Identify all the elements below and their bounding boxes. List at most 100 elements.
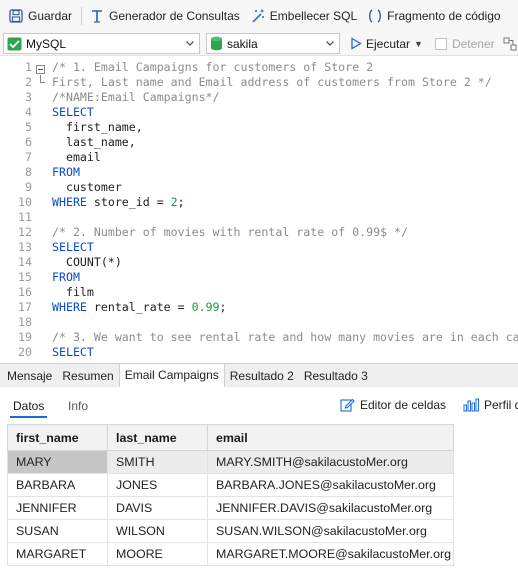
editor-line[interactable]: 6 last_name, <box>0 135 518 150</box>
editor-line[interactable]: 9 customer <box>0 180 518 195</box>
column-header-email[interactable]: email <box>207 424 454 451</box>
table-cell[interactable]: JENNIFER <box>7 496 108 520</box>
code-text: SELECT <box>52 240 94 255</box>
editor-line[interactable]: 18 <box>0 315 518 330</box>
code-text: First, Last name and Email address of cu… <box>52 75 492 90</box>
table-cell[interactable]: BARBARA.JONES@sakilacustoMer.org <box>207 473 454 497</box>
database-select[interactable]: sakila <box>206 33 340 54</box>
run-dropdown-icon[interactable]: ▼ <box>414 39 423 49</box>
code-snippet-button[interactable]: Fragmento de código <box>363 4 504 28</box>
toolbar-divider <box>81 7 83 25</box>
line-number: 4 <box>25 105 32 119</box>
editor-line[interactable]: 7 email <box>0 150 518 165</box>
sql-text: rental_rate = <box>86 300 192 314</box>
connection-engine-select[interactable]: MySQL <box>3 33 200 54</box>
profile-label: Perfil d <box>484 397 518 412</box>
grid-header-row: first_name last_name email <box>7 424 454 451</box>
code-text: email <box>52 150 101 165</box>
sql-keyword: FROM <box>52 165 80 179</box>
table-cell[interactable]: SUSAN.WILSON@sakilacustoMer.org <box>207 519 454 543</box>
run-label: Ejecutar <box>366 36 411 51</box>
run-button[interactable]: Ejecutar ▼ <box>350 37 423 51</box>
table-cell[interactable]: BARBARA <box>7 473 108 497</box>
table-row[interactable]: BARBARA JONES BARBARA.JONES@sakilacustoMer… <box>7 473 454 497</box>
query-builder-button[interactable]: Generador de Consultas <box>85 4 244 28</box>
editor-line[interactable]: 8 FROM <box>0 165 518 180</box>
line-number: 19 <box>18 330 32 344</box>
editor-line[interactable]: 14 COUNT(*) <box>0 255 518 270</box>
column-header-last-name[interactable]: last_name <box>107 424 208 451</box>
table-cell[interactable]: SMITH <box>107 450 208 474</box>
table-cell[interactable]: MARY.SMITH@sakilacustoMer.org <box>207 450 454 474</box>
code-text: /* 1. Email Campaigns for customers of S… <box>52 60 373 75</box>
sql-number: 2 <box>170 195 178 209</box>
sql-comment: /* 1. Email Campaigns for customers of S… <box>52 60 374 74</box>
editor-line[interactable]: 15 FROM <box>0 270 518 285</box>
cell-editor-button[interactable]: Editor de celdas <box>340 397 446 412</box>
editor-line[interactable]: 10 WHERE store_id = 2; <box>0 195 518 210</box>
table-row[interactable]: SUSAN WILSON SUSAN.WILSON@sakilacustoMer.o… <box>7 519 454 543</box>
result-tabs: Mensaje Resumen Email Campaigns Resultado 2… <box>0 363 518 387</box>
table-row[interactable]: MARGARET MOORE MARGARET.MOORE@sakilacustoM… <box>7 542 454 566</box>
beautify-sql-button[interactable]: Embellecer SQL <box>246 4 361 28</box>
tab-resumen[interactable]: Resumen <box>57 365 118 387</box>
editor-line[interactable]: 17 WHERE rental_rate = 0.99; <box>0 300 518 315</box>
sql-comment: /* 3. We want to see rental rate and how… <box>52 330 518 344</box>
chevron-down-icon <box>186 41 194 46</box>
table-cell[interactable]: JENNIFER.DAVIS@sakilacustoMer.org <box>207 496 454 520</box>
table-cell[interactable]: MARY <box>7 450 108 474</box>
save-button[interactable]: Guardar <box>4 4 76 28</box>
stop-button[interactable]: Detener <box>434 37 517 51</box>
table-row[interactable]: MARY SMITH MARY.SMITH@sakilacustoMer.org <box>7 450 454 474</box>
table-cell[interactable]: WILSON <box>107 519 208 543</box>
table-cell[interactable]: SUSAN <box>7 519 108 543</box>
editor-line[interactable]: 4 SELECT <box>0 105 518 120</box>
tab-resultado-2[interactable]: Resultado 2 <box>225 365 299 387</box>
sql-keyword: SELECT <box>52 240 94 254</box>
profile-button[interactable]: Perfil d <box>463 397 518 412</box>
line-number: 7 <box>25 150 32 164</box>
table-cell[interactable]: MARGARET.MOORE@sakilacustoMer.org <box>207 542 454 566</box>
line-number: 5 <box>25 120 32 134</box>
editor-line[interactable]: 3 /*NAME:Email Campaigns*/ <box>0 90 518 105</box>
code-text: film <box>52 285 94 300</box>
column-header-first-name[interactable]: first_name <box>7 424 108 451</box>
tab-info[interactable]: Info <box>68 399 88 413</box>
sql-text: customer <box>52 180 122 194</box>
editor-line[interactable]: 16 film <box>0 285 518 300</box>
sql-keyword: SELECT <box>52 105 94 119</box>
magic-wand-icon <box>252 9 264 23</box>
table-cell[interactable]: DAVIS <box>107 496 208 520</box>
tab-resultado-3[interactable]: Resultado 3 <box>299 365 373 387</box>
line-number: 13 <box>18 240 32 254</box>
tab-mensaje[interactable]: Mensaje <box>2 365 57 387</box>
editor-line[interactable]: 12 /* 2. Number of movies with rental rat… <box>0 225 518 240</box>
sql-text: email <box>52 150 101 164</box>
tab-email-campaigns[interactable]: Email Campaigns <box>118 363 225 387</box>
editor-line[interactable]: 20 SELECT <box>0 345 518 360</box>
table-cell[interactable]: JONES <box>107 473 208 497</box>
sql-text: first_name, <box>52 120 143 134</box>
sql-keyword: SELECT <box>52 345 94 359</box>
sql-comment: /*NAME:Email Campaigns*/ <box>52 90 220 104</box>
editor-line[interactable]: 11 <box>0 210 518 225</box>
editor-line[interactable]: 2 First, Last name and Email address of c… <box>0 75 518 90</box>
sql-editor[interactable]: 1 /* 1. Email Campaigns for customers of … <box>0 57 518 361</box>
result-grid[interactable]: first_name last_name email MARY SMITH MARY.S… <box>7 424 454 566</box>
fold-toggle-icon[interactable] <box>36 65 45 74</box>
connection-bar: MySQL sakila Ejecutar ▼ Detener <box>0 32 518 56</box>
table-cell[interactable]: MOORE <box>107 542 208 566</box>
code-text: WHERE rental_rate = 0.99; <box>52 300 227 315</box>
table-cell[interactable]: MARGARET <box>7 542 108 566</box>
code-text: /*NAME:Email Campaigns*/ <box>52 90 220 105</box>
active-tab-indicator <box>10 416 47 418</box>
editor-line[interactable]: 1 /* 1. Email Campaigns for customers of … <box>0 60 518 75</box>
editor-line[interactable]: 5 first_name, <box>0 120 518 135</box>
explain-icon[interactable] <box>503 37 517 51</box>
line-number: 3 <box>25 90 32 104</box>
tab-data[interactable]: Datos <box>13 399 44 413</box>
editor-line[interactable]: 19 /* 3. We want to see rental rate and h… <box>0 330 518 345</box>
editor-line[interactable]: 13 SELECT <box>0 240 518 255</box>
table-row[interactable]: JENNIFER DAVIS JENNIFER.DAVIS@sakilacustoM… <box>7 496 454 520</box>
sql-keyword: WHERE <box>52 300 87 314</box>
